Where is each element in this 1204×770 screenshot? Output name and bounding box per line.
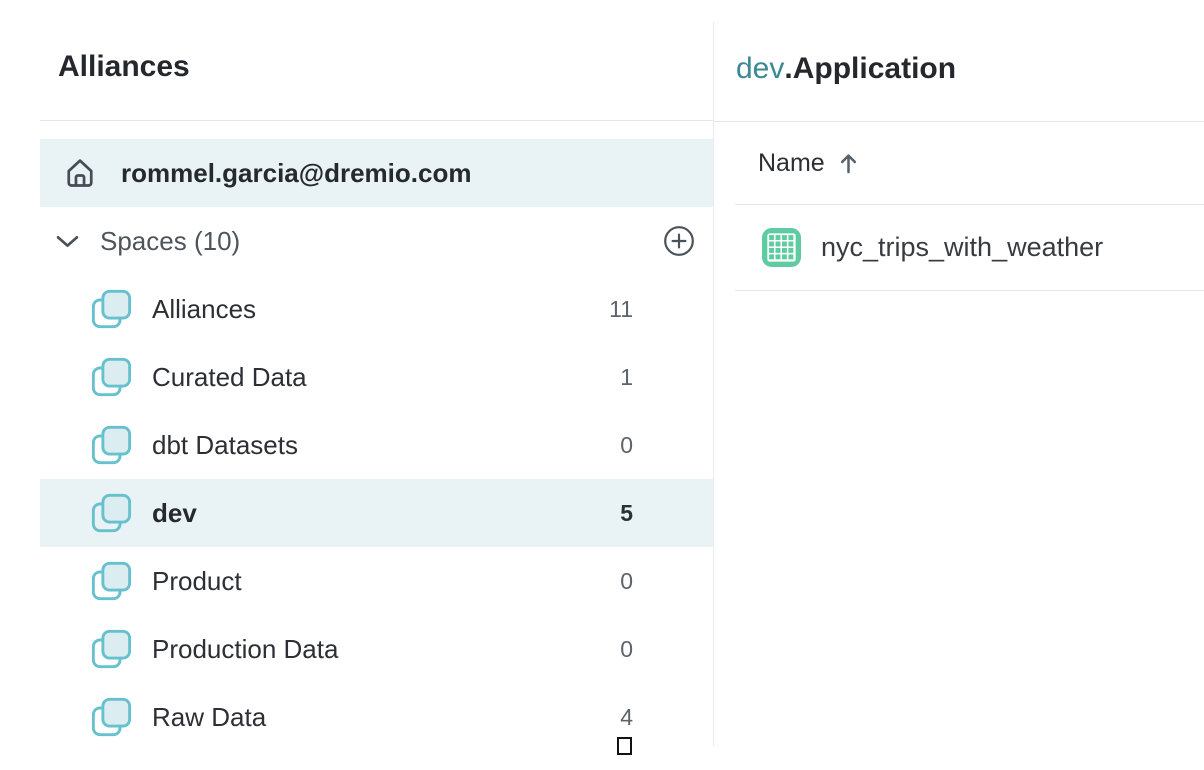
space-item[interactable]: dev 5 (40, 479, 713, 547)
add-space-button[interactable] (663, 225, 695, 257)
space-layers-icon (90, 492, 132, 534)
space-item[interactable]: Raw Data 4 (40, 683, 713, 751)
home-item-label: rommel.garcia@dremio.com (121, 158, 471, 189)
space-layers-icon (90, 356, 132, 398)
space-item-count: 0 (620, 636, 633, 663)
space-item-count: 0 (620, 432, 633, 459)
table-header-row: Name (714, 122, 1204, 204)
home-icon (62, 155, 98, 191)
space-item-count: 1 (620, 364, 633, 391)
space-item-count: 4 (620, 704, 633, 731)
divider (40, 120, 713, 121)
home-item[interactable]: rommel.garcia@dremio.com (40, 139, 713, 207)
space-item[interactable]: Curated Data 1 (40, 343, 713, 411)
breadcrumb-separator: . (784, 52, 792, 85)
dremio-catalog-screen: Alliances rommel.garcia@dremio.com (0, 0, 1204, 770)
plus-circle-icon (663, 225, 695, 257)
space-item[interactable]: Production Data 0 (40, 615, 713, 683)
space-item-label: Alliances (152, 294, 256, 325)
page-title: Alliances (58, 50, 190, 84)
space-layers-icon (90, 628, 132, 670)
space-item-count: 0 (620, 568, 633, 595)
catalog-tree: rommel.garcia@dremio.com Spaces (10) (40, 139, 713, 751)
breadcrumb-parent-link[interactable]: dev (736, 52, 784, 85)
left-panel: Alliances rommel.garcia@dremio.com (0, 0, 713, 770)
breadcrumb-current: Application (793, 52, 956, 85)
space-layers-icon (90, 696, 132, 738)
dataset-name: nyc_trips_with_weather (821, 232, 1103, 263)
right-panel: dev.Application Name (714, 0, 1204, 770)
chevron-down-icon (55, 234, 80, 249)
arrow-up-icon[interactable] (839, 151, 858, 175)
space-item-label: dev (152, 498, 197, 529)
divider (735, 290, 1204, 291)
column-header-name[interactable]: Name (758, 149, 825, 178)
space-item[interactable]: dbt Datasets 0 (40, 411, 713, 479)
space-item-count: 11 (609, 296, 633, 323)
missing-glyph-box (617, 737, 632, 755)
spaces-section-label: Spaces (10) (100, 226, 240, 257)
dataset-row[interactable]: nyc_trips_with_weather (714, 204, 1204, 290)
dataset-table-icon (760, 226, 803, 269)
space-item-label: Raw Data (152, 702, 266, 733)
breadcrumb: dev.Application (736, 52, 956, 86)
space-item-label: Product (152, 566, 242, 597)
space-layers-icon (90, 560, 132, 602)
spaces-section-header[interactable]: Spaces (10) (40, 207, 713, 275)
space-item-label: dbt Datasets (152, 430, 298, 461)
space-item-label: Curated Data (152, 362, 307, 393)
space-layers-icon (90, 424, 132, 466)
space-item-count: 5 (620, 500, 633, 527)
space-item[interactable]: Product 0 (40, 547, 713, 615)
space-item-label: Production Data (152, 634, 338, 665)
space-layers-icon (90, 288, 132, 330)
space-item[interactable]: Alliances 11 (40, 275, 713, 343)
